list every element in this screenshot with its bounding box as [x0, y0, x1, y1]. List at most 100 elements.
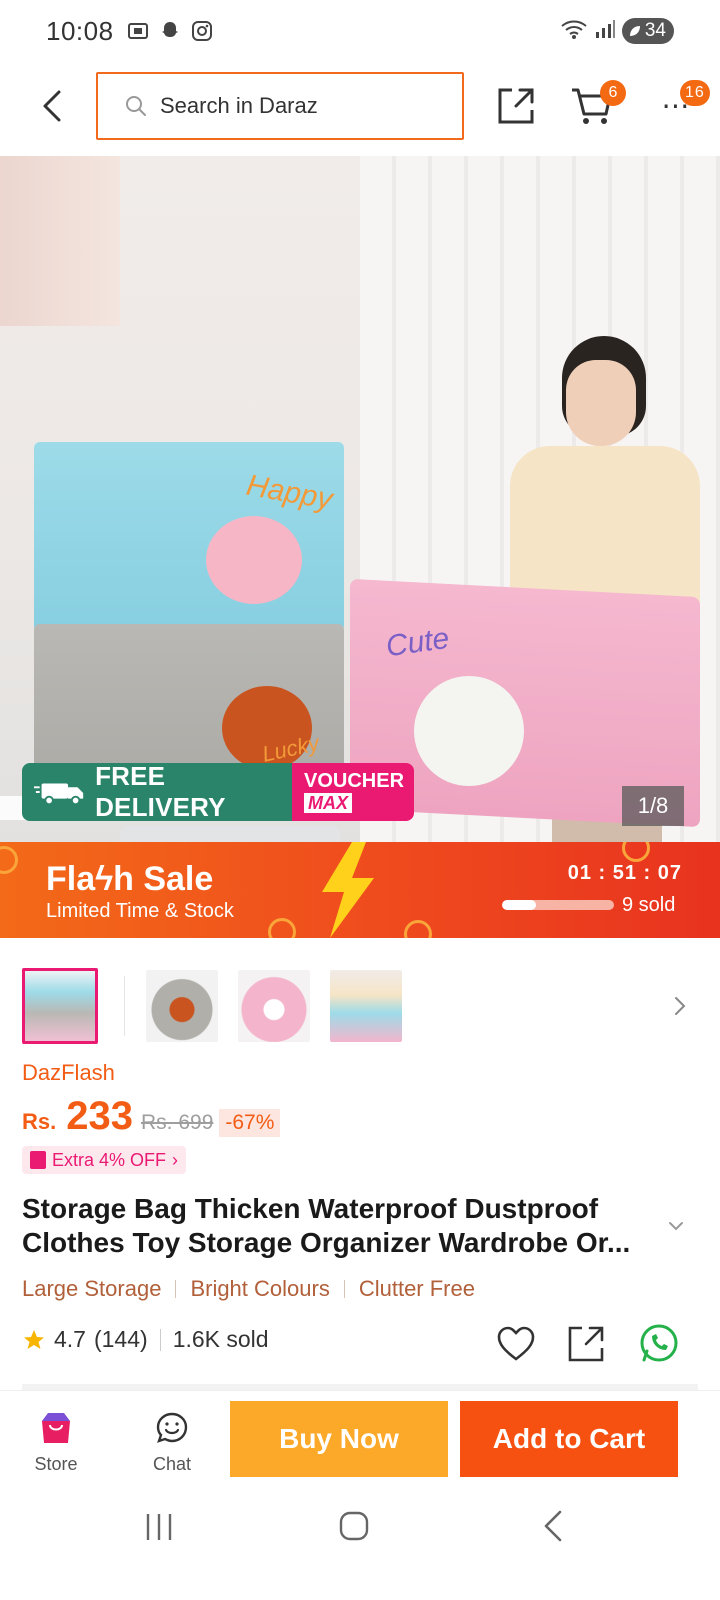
flash-sale-banner[interactable]: Flaϟh Sale Limited Time & Stock 01 : 51 … [0, 842, 720, 938]
snapchat-icon [158, 19, 182, 43]
chevron-left-icon [43, 90, 61, 122]
heart-icon [497, 1326, 535, 1361]
store-button[interactable]: Store [24, 1411, 88, 1475]
delivery-truck-icon [34, 783, 84, 806]
whatsapp-share-button[interactable] [638, 1322, 682, 1366]
sold-progress-bar [502, 900, 614, 910]
chevron-down-icon [669, 1222, 683, 1231]
battery-icon: 34 [621, 18, 674, 44]
thumbnail-strip [22, 968, 702, 1044]
thumbnail-divider [124, 976, 125, 1036]
search-placeholder: Search in Daraz [160, 93, 318, 118]
original-price: Rs. 699 [141, 1111, 214, 1134]
recent-apps-button[interactable] [144, 1510, 174, 1544]
share-icon [568, 1326, 604, 1362]
dazflash-label: DazFlash [22, 1060, 115, 1085]
back-icon [544, 1510, 562, 1542]
thumbnail-2[interactable] [146, 970, 218, 1042]
voucher-label: VOUCHER [304, 770, 405, 792]
battery-level: 34 [644, 20, 666, 41]
review-count: (144) [93, 1326, 148, 1352]
status-left-icons [126, 19, 214, 43]
wishlist-button[interactable] [496, 1324, 536, 1364]
whatsapp-icon [640, 1324, 678, 1362]
top-header: Search in Daraz 6 ⋯ 16 [0, 72, 720, 140]
curtain-decor [0, 156, 120, 326]
blue-storage-box [34, 442, 344, 632]
home-icon [339, 1511, 369, 1541]
message-count-badge: 16 [680, 80, 710, 106]
system-back-button[interactable] [540, 1508, 566, 1544]
status-time: 10:08 [46, 15, 114, 46]
feature-tag: Clutter Free [358, 1276, 475, 1301]
add-to-cart-button[interactable]: Add to Cart [460, 1401, 678, 1477]
tag-divider [343, 1280, 345, 1298]
chat-label: Chat [152, 1454, 192, 1474]
alarm-clock-icon [268, 918, 296, 938]
search-icon [126, 96, 146, 116]
more-menu-button[interactable]: ⋯ 16 [652, 80, 710, 130]
back-button[interactable] [32, 84, 72, 128]
thumbnail-1[interactable] [22, 968, 98, 1044]
product-title-line-2: Clothes Toy Storage Organizer Wardrobe O… [22, 1227, 631, 1258]
lightning-icon [322, 842, 374, 938]
rating-score: 4.7 [54, 1326, 86, 1352]
title-expand-button[interactable] [666, 1216, 686, 1236]
feature-tags: Large Storage Bright Colours Clutter Fre… [22, 1276, 475, 1302]
share-button[interactable] [494, 84, 538, 128]
free-delivery-label: FREE DELIVERY [95, 763, 226, 821]
current-price: 233 [66, 1094, 133, 1138]
product-title-line-1: Storage Bag Thicken Waterproof Dustproof [22, 1193, 599, 1224]
flash-sale-countdown: 01 : 51 : 07 [567, 862, 682, 884]
cart-count-badge: 6 [600, 80, 626, 106]
chat-button[interactable]: Chat [140, 1411, 204, 1475]
thumbnail-next-button[interactable] [670, 994, 690, 1018]
chevron-right-icon: › [172, 1149, 179, 1170]
extra-off-voucher[interactable]: Extra 4% OFF › [22, 1146, 187, 1174]
alarm-clock-icon [622, 842, 650, 862]
voucher-max-label: MAX [304, 793, 352, 813]
store-icon [42, 1413, 70, 1443]
voucher-icon [30, 1151, 46, 1169]
bottom-action-bar: Store Chat Buy Now Add to Cart [0, 1390, 720, 1490]
store-label: Store [34, 1454, 78, 1474]
flash-sale-subtitle: Limited Time & Stock [46, 900, 234, 922]
chevron-right-icon [675, 997, 686, 1015]
system-navigation-bar [0, 1490, 720, 1600]
status-bar: 10:08 34 [0, 0, 720, 62]
share-product-button[interactable] [566, 1324, 608, 1364]
rating-row[interactable]: 4.7 (144) 1.6K sold [22, 1326, 269, 1353]
rating-divider [159, 1328, 161, 1351]
wifi-icon [560, 18, 588, 45]
tag-divider [175, 1280, 177, 1298]
free-delivery-segment: FREE DELIVERY [22, 763, 292, 821]
screenshot-icon [126, 19, 150, 43]
search-input[interactable]: Search in Daraz [96, 72, 464, 140]
status-right-icons: 34 [560, 18, 674, 45]
price-currency: Rs. [22, 1109, 57, 1134]
sold-progress-fill [502, 900, 536, 910]
thumbnail-3[interactable] [238, 970, 310, 1042]
price-row: Rs. 233 Rs. 699 -67% [22, 1094, 281, 1139]
discount-badge: -67% [219, 1109, 281, 1137]
extra-off-label: Extra 4% OFF [52, 1149, 167, 1170]
thumbnail-4[interactable] [330, 970, 402, 1042]
flash-sold-count: 9 sold [622, 894, 676, 916]
product-title[interactable]: Storage Bag Thicken Waterproof Dustproof… [22, 1192, 642, 1260]
alarm-clock-icon [0, 846, 18, 874]
feature-tag: Large Storage [22, 1276, 162, 1301]
cart-button[interactable]: 6 [570, 80, 626, 130]
signal-icon [594, 18, 616, 45]
star-icon [24, 1329, 44, 1349]
chat-icon [156, 1412, 188, 1443]
share-icon [498, 88, 534, 124]
feature-tag: Bright Colours [190, 1276, 330, 1301]
buy-now-button[interactable]: Buy Now [230, 1401, 448, 1477]
flash-sale-title: Flaϟh Sale [46, 860, 214, 898]
instagram-icon [190, 19, 214, 43]
alarm-clock-icon [404, 920, 432, 938]
voucher-max-segment: VOUCHER MAX [292, 763, 414, 821]
free-delivery-banner: FREE DELIVERY VOUCHER MAX [22, 763, 414, 821]
product-image-carousel[interactable]: Happy Cute Lucky FREE DELIVERY VOUCHER M… [0, 156, 720, 846]
home-button[interactable] [336, 1508, 372, 1544]
